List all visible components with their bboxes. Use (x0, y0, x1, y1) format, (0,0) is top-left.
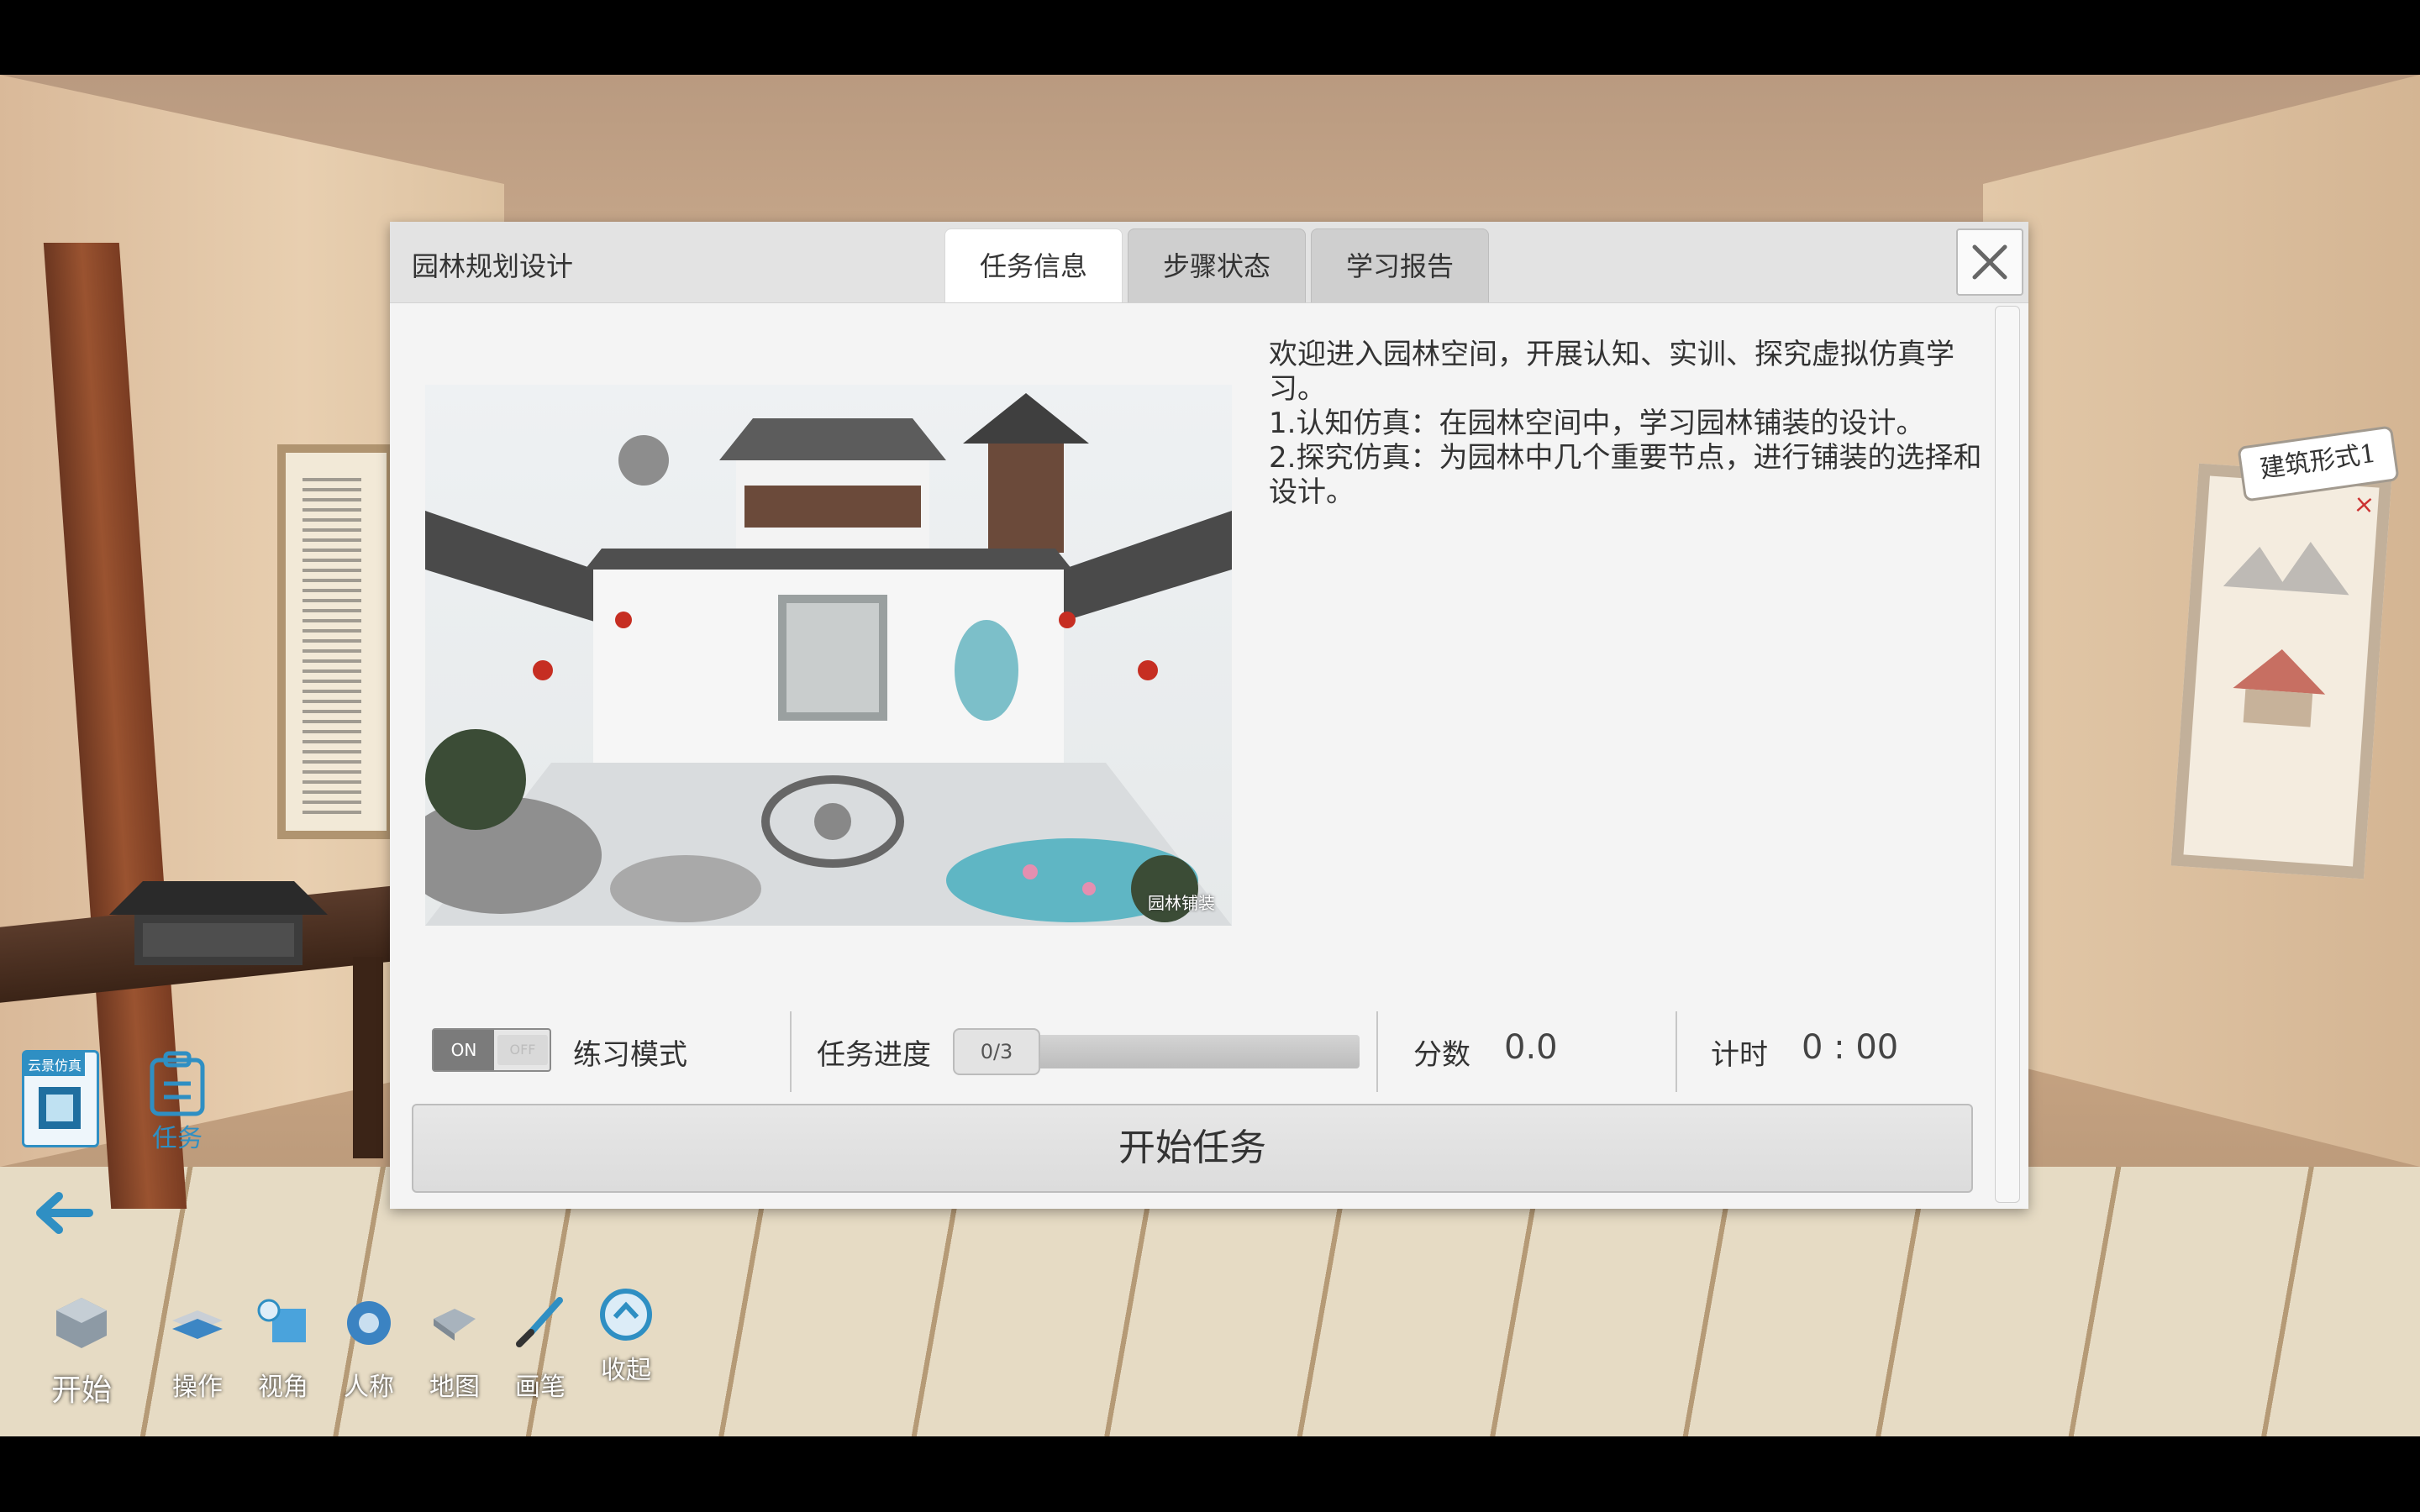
tab-task-info[interactable]: 任务信息 (944, 228, 1123, 302)
operate-label: 操作 (172, 1373, 223, 1402)
clipboard-icon (150, 1051, 205, 1116)
simulation-badge[interactable]: 云景仿真 (22, 1050, 99, 1147)
book-icon (39, 1087, 81, 1129)
view-angle-button[interactable]: 视角 (245, 1294, 321, 1402)
timer-label: 计时 (1711, 1038, 1768, 1072)
dialog-scrollbar[interactable] (1995, 306, 2020, 1203)
person-view-label: 人称 (344, 1373, 394, 1402)
collapse-button[interactable]: 收起 (588, 1285, 664, 1386)
garden-image: 园林铺装 (425, 385, 1232, 926)
score-value: 0.0 (1504, 1028, 1558, 1067)
timer-value: 0 : 00 (1802, 1028, 1899, 1067)
scroll-close-mark[interactable]: × (2353, 490, 2376, 521)
practice-mode-toggle[interactable]: ON OFF (432, 1028, 551, 1072)
description-line: 1.认知仿真：在园林空间中，学习园林铺装的设计。 (1269, 407, 1925, 440)
divider (1376, 1011, 1378, 1092)
map-icon (434, 1309, 476, 1341)
divider (1676, 1011, 1677, 1092)
person-view-icon (347, 1301, 391, 1345)
task-description: 欢迎进入园林空间，开展认知、实训、探究虚拟仿真学习。 1.认知仿真：在园林空间中… (1269, 338, 1991, 510)
toggle-on-label: ON (434, 1030, 494, 1070)
progress-label: 任务进度 (817, 1038, 931, 1072)
collapse-label: 收起 (601, 1356, 651, 1385)
start-label: 开始 (50, 1373, 112, 1408)
view-angle-label: 视角 (258, 1373, 308, 1402)
letterbox-top (0, 0, 2420, 75)
map-button[interactable]: 地图 (417, 1294, 492, 1402)
model-building (109, 881, 328, 965)
person-view-button[interactable]: 人称 (331, 1294, 407, 1402)
back-button[interactable] (30, 1184, 97, 1235)
dialog-title: 园林规划设计 (412, 250, 574, 282)
operate-button[interactable]: 操作 (160, 1294, 235, 1402)
paint-brush-label: 画笔 (515, 1373, 566, 1402)
paint-brush-icon (516, 1297, 563, 1347)
close-icon (1972, 244, 2007, 280)
landscape-painting (2223, 542, 2349, 727)
task-dialog: 园林规划设计 任务信息 步骤状态 学习报告 园林铺装 欢迎进入园林空间，开展认知… (390, 222, 2028, 1209)
landscape-scroll[interactable]: × (2170, 463, 2392, 879)
start-menu-button[interactable]: 开始 (44, 1294, 119, 1408)
simulation-badge-label: 云景仿真 (24, 1053, 86, 1076)
toggle-off-label: OFF (497, 1035, 548, 1065)
dialog-header: 园林规划设计 任务信息 步骤状态 学习报告 (390, 222, 2028, 303)
start-cube-icon (56, 1298, 107, 1348)
task-button[interactable]: 任务 (131, 1050, 224, 1153)
view-angle-icon (257, 1299, 306, 1342)
tab-learning-report[interactable]: 学习报告 (1311, 228, 1489, 302)
task-label: 任务 (152, 1124, 203, 1153)
collapse-icon (600, 1289, 652, 1341)
image-caption: 园林铺装 (1148, 893, 1215, 913)
description-line: 2.探究仿真：为园林中几个重要节点，进行铺装的选择和设计。 (1269, 441, 1982, 509)
letterbox-bottom (0, 1436, 2420, 1512)
start-task-button[interactable]: 开始任务 (412, 1104, 1973, 1193)
table-leg (353, 957, 383, 1158)
divider (790, 1011, 792, 1092)
courtyard-illustration (425, 385, 1232, 926)
back-arrow-icon (36, 1192, 93, 1234)
progress-value: 0/3 (953, 1028, 1040, 1075)
score-label: 分数 (1413, 1038, 1470, 1072)
description-line: 欢迎进入园林空间，开展认知、实训、探究虚拟仿真学习。 (1269, 338, 1954, 406)
tab-step-status[interactable]: 步骤状态 (1128, 228, 1306, 302)
close-button[interactable] (1956, 228, 2023, 296)
task-controls: ON OFF 练习模式 任务进度 0/3 分数 0.0 计时 0 : 00 (390, 1003, 1986, 1092)
paint-brush-button[interactable]: 画笔 (502, 1294, 578, 1402)
operate-layers-icon (172, 1310, 223, 1339)
map-label: 地图 (429, 1373, 480, 1402)
calligraphy-scroll (277, 444, 395, 839)
practice-mode-label: 练习模式 (573, 1038, 687, 1072)
